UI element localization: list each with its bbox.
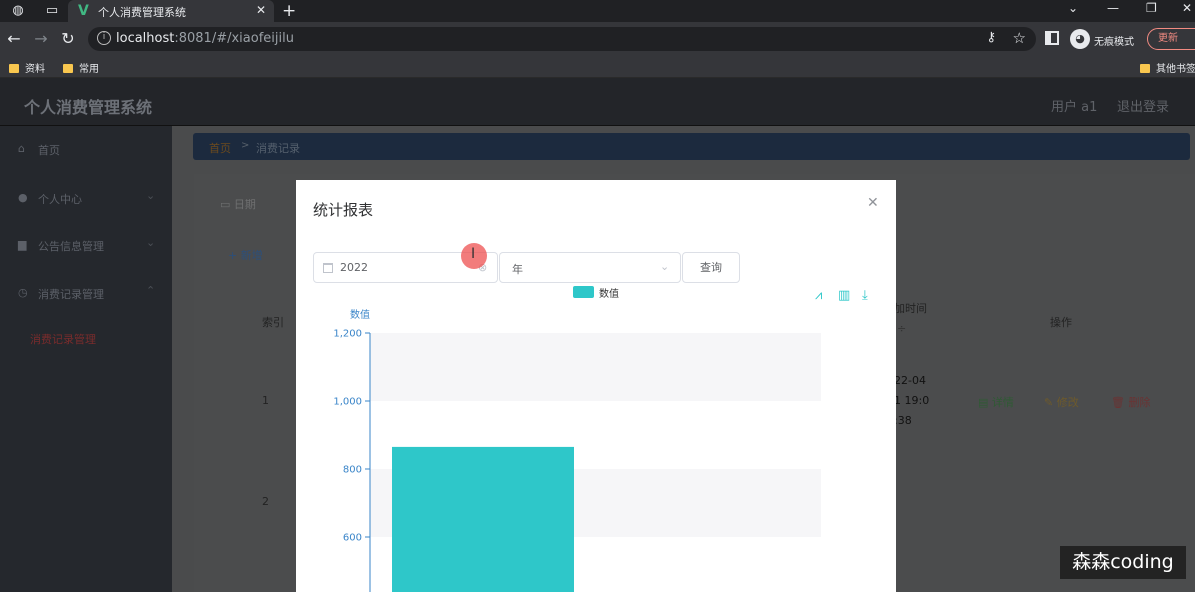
column-header-ops: 操作 [1050,316,1072,329]
browser-tab-active[interactable]: V 个人消费管理系统 ✕ [68,0,274,22]
sidebar-item-home[interactable]: ⌂ 首页 [0,129,172,169]
folder-icon [1140,64,1150,73]
row-index: 1 [262,394,269,407]
briefcase-icon: ▆ [18,238,27,251]
breadcrumb-home[interactable]: 首页 [209,140,231,156]
bookmark-folder-1[interactable]: 资料 [9,60,45,75]
tab-title: 个人消费管理系统 [98,6,186,19]
chevron-up-icon: ⌃ [146,284,156,297]
back-arrow-icon[interactable]: ← [5,29,23,48]
bar-chart: 数值 600 800 1,000 1,200 [333,308,821,592]
app-header: 个人消费管理系统 用户 a1 退出登录 [0,78,1195,126]
sidebar-item-notices[interactable]: ▆ 公告信息管理 ⌄ [0,225,172,265]
user-name: 用户 a1 [1051,100,1098,115]
window-close-icon[interactable]: ✕ [1182,1,1192,15]
row-index: 2 [262,495,269,508]
bookmark-folder-2[interactable]: 常用 [63,60,99,75]
y-tick-label: 800 [343,465,362,476]
forward-arrow-icon[interactable]: → [32,29,50,48]
column-header-time: 加时间 [894,302,927,315]
breadcrumb-separator: > [241,140,250,151]
home-icon: ⌂ [18,142,25,155]
legend-label[interactable]: 数值 [599,285,619,300]
browser-tab-bar: ◍ ▭ V 个人消费管理系统 ✕ + ⌄ — ❐ ✕ [0,0,1195,22]
clock-icon: ◷ [18,286,28,299]
grid-band [370,333,821,401]
sidebar-subitem-records[interactable]: 消费记录管理 [30,331,96,347]
edit-button[interactable]: ✎ 修改 [1044,394,1079,410]
bookmark-star-icon[interactable]: ☆ [1013,29,1026,47]
add-button[interactable]: + 新增 [228,247,263,263]
breadcrumb: 首页 > 消费记录 [193,133,1190,160]
bar[interactable] [392,446,574,592]
row-date: 1 19:0 [894,394,930,407]
breadcrumb-current: 消费记录 [256,142,300,155]
globe-icon[interactable]: ◍ [10,3,26,19]
other-bookmarks[interactable]: 其他书签 [1140,60,1195,75]
chevron-down-icon: ⌄ [146,189,156,202]
bar-chart-icon[interactable]: ▥ [838,288,850,303]
line-chart-icon[interactable]: ⩘ [815,288,822,303]
row-date: :38 [894,414,912,427]
sidebar-item-profile[interactable]: ● 个人中心 ⌄ [0,178,172,218]
key-icon[interactable]: ⚷ [986,30,996,45]
folder-icon [63,64,73,73]
sidebar-item-label: 公告信息管理 [38,240,104,253]
column-header-index: 索引 [262,316,284,329]
site-info-icon[interactable]: i [97,31,111,45]
legend-swatch[interactable] [573,286,594,298]
sort-icon[interactable]: ÷ [897,322,906,335]
sidebar-item-records[interactable]: ◷ 消费记录管理 ⌃ [0,273,172,313]
browser-toolbar: ← → ↻ i localhost:8081/#/xiaofeijilu ⚷ ☆… [0,22,1195,56]
vue-favicon-icon: V [78,3,89,19]
stats-report-dialog: 统计报表 ✕ 2022 ⊗ 年 ⌄ 查询 数值 600 800 1,000 1,200… [296,180,896,592]
url-text[interactable]: localhost:8081/#/xiaofeijilu [116,31,294,46]
y-tick-label: 1,200 [333,329,362,340]
folder-icon [9,64,19,73]
address-bar[interactable]: i localhost:8081/#/xiaofeijilu ⚷ ☆ [88,27,1036,51]
row-date: 22-04 [894,374,926,387]
tab-list-chevron-icon[interactable]: ⌄ [1068,1,1078,15]
logout-link[interactable]: 退出登录 [1117,96,1169,115]
side-panel-icon[interactable] [1045,31,1059,45]
sidebar-item-label: 首页 [38,144,60,157]
chevron-down-icon: ⌄ [146,236,156,249]
download-icon[interactable]: ⤓ [862,288,868,303]
watermark-text: 森森coding [1060,546,1186,579]
bookmarks-bar: 资料 常用 其他书签 [0,56,1195,78]
minimize-icon[interactable]: — [1107,1,1119,15]
restore-icon[interactable]: ❐ [1146,1,1157,15]
detail-button[interactable]: ▤ 详情 [978,394,1014,410]
y-tick-label: 600 [343,533,362,544]
sidebar: ⌂ 首页 ● 个人中心 ⌄ ▆ 公告信息管理 ⌄ ◷ 消费记录管理 ⌃ 消费记录… [0,126,172,592]
incognito-label: 无痕模式 [1094,37,1134,48]
incognito-icon[interactable]: ◕ [1070,29,1090,49]
text-cursor-icon: I [471,246,476,262]
delete-button[interactable]: 🗑 删除 [1111,394,1150,410]
app-title: 个人消费管理系统 [24,98,153,117]
tab-search-icon[interactable]: ▭ [44,3,60,19]
reload-icon[interactable]: ↻ [59,29,77,48]
new-tab-plus-icon[interactable]: + [282,1,296,21]
update-button[interactable]: 更新 [1147,28,1195,50]
y-axis-title: 数值 [350,308,370,321]
date-search-label: ▭ 日期 [220,198,256,211]
sidebar-item-label: 个人中心 [38,193,82,206]
sidebar-item-label: 消费记录管理 [38,288,104,301]
user-icon: ● [18,191,28,204]
y-tick-label: 1,000 [333,397,362,408]
tab-close-icon[interactable]: ✕ [256,3,266,17]
